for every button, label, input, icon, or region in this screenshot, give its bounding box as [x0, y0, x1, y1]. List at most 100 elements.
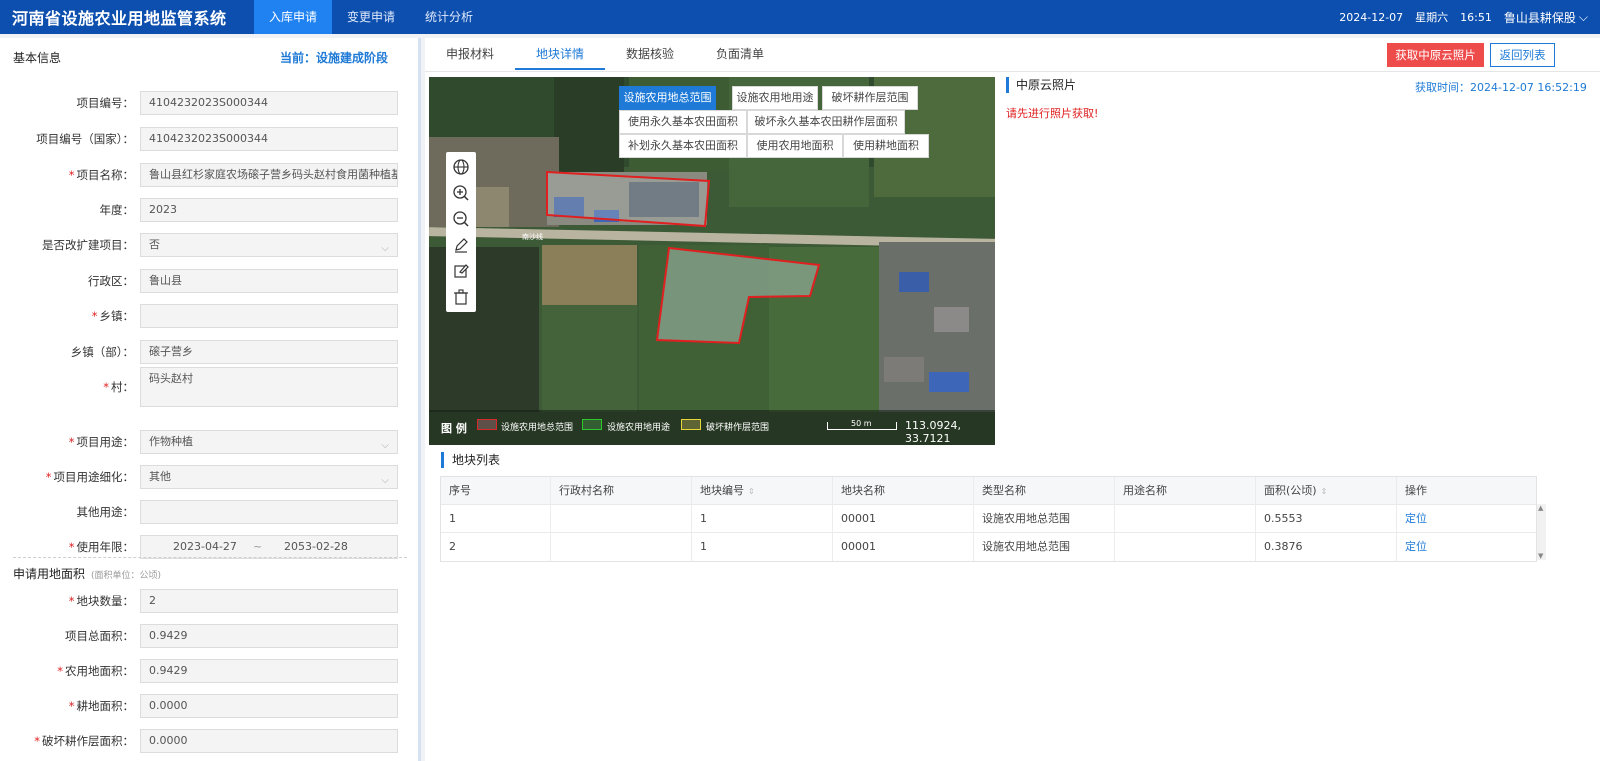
field-value: 否 — [149, 238, 160, 251]
zoom-out-icon[interactable] — [451, 209, 471, 229]
field-input[interactable]: 0.0000 — [140, 694, 398, 718]
field-label-text: 农用地面积： — [65, 664, 134, 678]
table-cell: 1 — [441, 505, 551, 533]
scale-label: 50 m — [851, 419, 872, 428]
field-value: 0.0000 — [149, 699, 188, 712]
user-name: 鲁山县耕保股 — [1503, 10, 1576, 25]
layer-use-agri-land[interactable]: 使用农用地面积 — [747, 134, 843, 158]
current-date: 2024-12-07 — [1339, 10, 1404, 24]
layer-damaged-topsoil[interactable]: 破坏耕作层范围 — [822, 86, 918, 110]
sort-icon[interactable]: ⇕ — [1321, 487, 1328, 496]
column-header-label: 行政村名称 — [559, 484, 614, 497]
map-coordinates: 113.0924, 33.7121 — [905, 419, 961, 445]
pen-icon[interactable] — [451, 235, 471, 255]
map-legend: 图 例 设施农用地总范围 设施农用地用途 破坏耕作层范围 50 m 113.09… — [429, 410, 995, 445]
table-cell — [551, 533, 692, 561]
legend-title: 图 例 — [441, 422, 467, 435]
scroll-down-icon[interactable]: ▼ — [1538, 552, 1543, 560]
form-row: * 村： 码头赵村 — [0, 367, 418, 407]
layer-use-type[interactable]: 设施农用地用途 — [732, 86, 818, 110]
field-input[interactable]: 鲁山县红杉家庭农场磙子营乡码头赵村食用菌种植基地 — [140, 163, 398, 187]
field-label-text: 破坏耕作层面积： — [42, 734, 134, 748]
field-input[interactable]: 鲁山县 — [140, 269, 398, 293]
field-value: 0.9429 — [149, 664, 188, 677]
nav-statistics[interactable]: 统计分析 — [410, 0, 488, 34]
field-input[interactable] — [140, 500, 398, 524]
nav-change-application[interactable]: 变更申请 — [332, 0, 410, 34]
field-value: 作物种植 — [149, 435, 193, 448]
table-scrollbar[interactable]: ▲ ▼ — [1537, 504, 1546, 560]
chevron-down-icon: ⌵ — [381, 243, 389, 254]
legend-swatch-topsoil — [681, 419, 701, 430]
locate-link[interactable]: 定位 — [1397, 505, 1536, 533]
system-title: 河南省设施农业用地监管系统 — [12, 9, 227, 28]
date-end: 2053-02-28 — [284, 540, 348, 553]
column-header: 类型名称 — [974, 477, 1115, 505]
sort-icon[interactable]: ⇕ — [748, 487, 755, 496]
field-label: 乡镇（部）： — [0, 344, 136, 360]
form-row: 是否改扩建项目：否 ⌵ — [0, 233, 418, 257]
current-weekday: 星期六 — [1415, 11, 1449, 24]
globe-icon[interactable] — [451, 157, 471, 177]
tab-data-check[interactable]: 数据核验 — [605, 38, 695, 70]
back-to-list-button[interactable]: 返回列表 — [1490, 43, 1555, 67]
column-header[interactable]: 地块编号 ⇕ — [692, 477, 833, 505]
field-label-text: 项目名称： — [76, 168, 135, 182]
form-row: * 项目名称： 鲁山县红杉家庭农场磙子营乡码头赵村食用菌种植基地 — [0, 163, 418, 187]
field-input[interactable]: 码头赵村 — [140, 367, 398, 407]
user-menu[interactable]: 鲁山县耕保股 ⌵ — [1504, 9, 1588, 26]
field-input[interactable]: 2 — [140, 589, 398, 613]
locate-link[interactable]: 定位 — [1397, 533, 1536, 561]
field-label: 项目总面积： — [0, 628, 136, 644]
required-mark: * — [68, 594, 75, 608]
column-header-label: 用途名称 — [1123, 484, 1167, 497]
layer-damaged-basic-farmland[interactable]: 破坏永久基本农田耕作层面积 — [747, 110, 905, 134]
nav-intake-application[interactable]: 入库申请 — [254, 0, 333, 34]
field-value: 鲁山县 — [149, 274, 182, 287]
required-mark: * — [34, 734, 40, 748]
zoom-in-icon[interactable] — [451, 183, 471, 203]
field-input[interactable]: 0.0000 — [140, 729, 398, 753]
road-label: 南沙线 — [522, 232, 543, 241]
field-input[interactable]: 4104232023S000344 — [140, 127, 398, 151]
tab-negative-list[interactable]: 负面清单 — [695, 38, 785, 70]
field-input[interactable]: 2023-04-27 ~2053-02-28 — [140, 535, 398, 559]
column-header[interactable]: 面积(公顷) ⇕ — [1256, 477, 1397, 505]
edit-icon[interactable] — [451, 261, 471, 281]
cloud-photo-message: 请先进行照片获取! — [1006, 107, 1099, 120]
required-mark: * — [103, 380, 109, 394]
area-row: * 耕地面积： 0.0000 — [0, 694, 418, 718]
layer-total-scope[interactable]: 设施农用地总范围 — [619, 86, 716, 110]
table-row: 2 1 00001 设施农用地总范围 0.3876 定位 — [441, 533, 1536, 561]
field-input[interactable]: 2023 — [140, 198, 398, 222]
field-input[interactable]: 0.9429 — [140, 624, 398, 648]
field-label: * 农用地面积： — [0, 663, 136, 679]
field-label: * 村： — [0, 379, 136, 395]
layer-use-basic-farmland[interactable]: 使用永久基本农田面积 — [619, 110, 747, 134]
basic-info-panel: 基本信息 当前：设施建成阶段 项目编号： 4104232023S000344 项目编… — [0, 38, 421, 761]
layer-use-cultivated-land[interactable]: 使用耕地面积 — [843, 134, 929, 158]
field-input[interactable]: 磙子营乡 — [140, 340, 398, 364]
satellite-map[interactable]: 南沙线 设施农用地总范围 设施农用地用途 破坏耕作层范围 使用永久基本农田面积 … — [429, 77, 995, 445]
field-select[interactable]: 其他 ⌵ — [140, 465, 398, 489]
tab-parcel-detail[interactable]: 地块详情 — [515, 38, 605, 70]
field-input[interactable] — [140, 304, 398, 328]
field-value: 码头赵村 — [149, 372, 193, 385]
field-value: 4104232023S000344 — [149, 132, 268, 145]
table-cell: 0.5553 — [1256, 505, 1397, 533]
legend-swatch-use — [582, 419, 602, 430]
field-select[interactable]: 作物种植 ⌵ — [140, 430, 398, 454]
scroll-up-icon[interactable]: ▲ — [1538, 504, 1543, 512]
layer-supplement-basic-farmland[interactable]: 补划永久基本农田面积 — [619, 134, 747, 158]
form-row: * 项目用途细化： 其他 ⌵ — [0, 465, 418, 489]
field-input[interactable]: 4104232023S000344 — [140, 91, 398, 115]
field-value: 4104232023S000344 — [149, 96, 268, 109]
field-label-text: 地块数量： — [76, 594, 135, 608]
trash-icon[interactable] — [451, 287, 471, 307]
tab-materials[interactable]: 申报材料 — [425, 38, 515, 70]
field-label: 项目编号（国家）： — [0, 131, 136, 147]
field-label: * 破坏耕作层面积： — [0, 733, 136, 749]
fetch-cloud-photo-button[interactable]: 获取中原云照片 — [1387, 43, 1484, 67]
field-input[interactable]: 0.9429 — [140, 659, 398, 683]
field-select[interactable]: 否 ⌵ — [140, 233, 398, 257]
